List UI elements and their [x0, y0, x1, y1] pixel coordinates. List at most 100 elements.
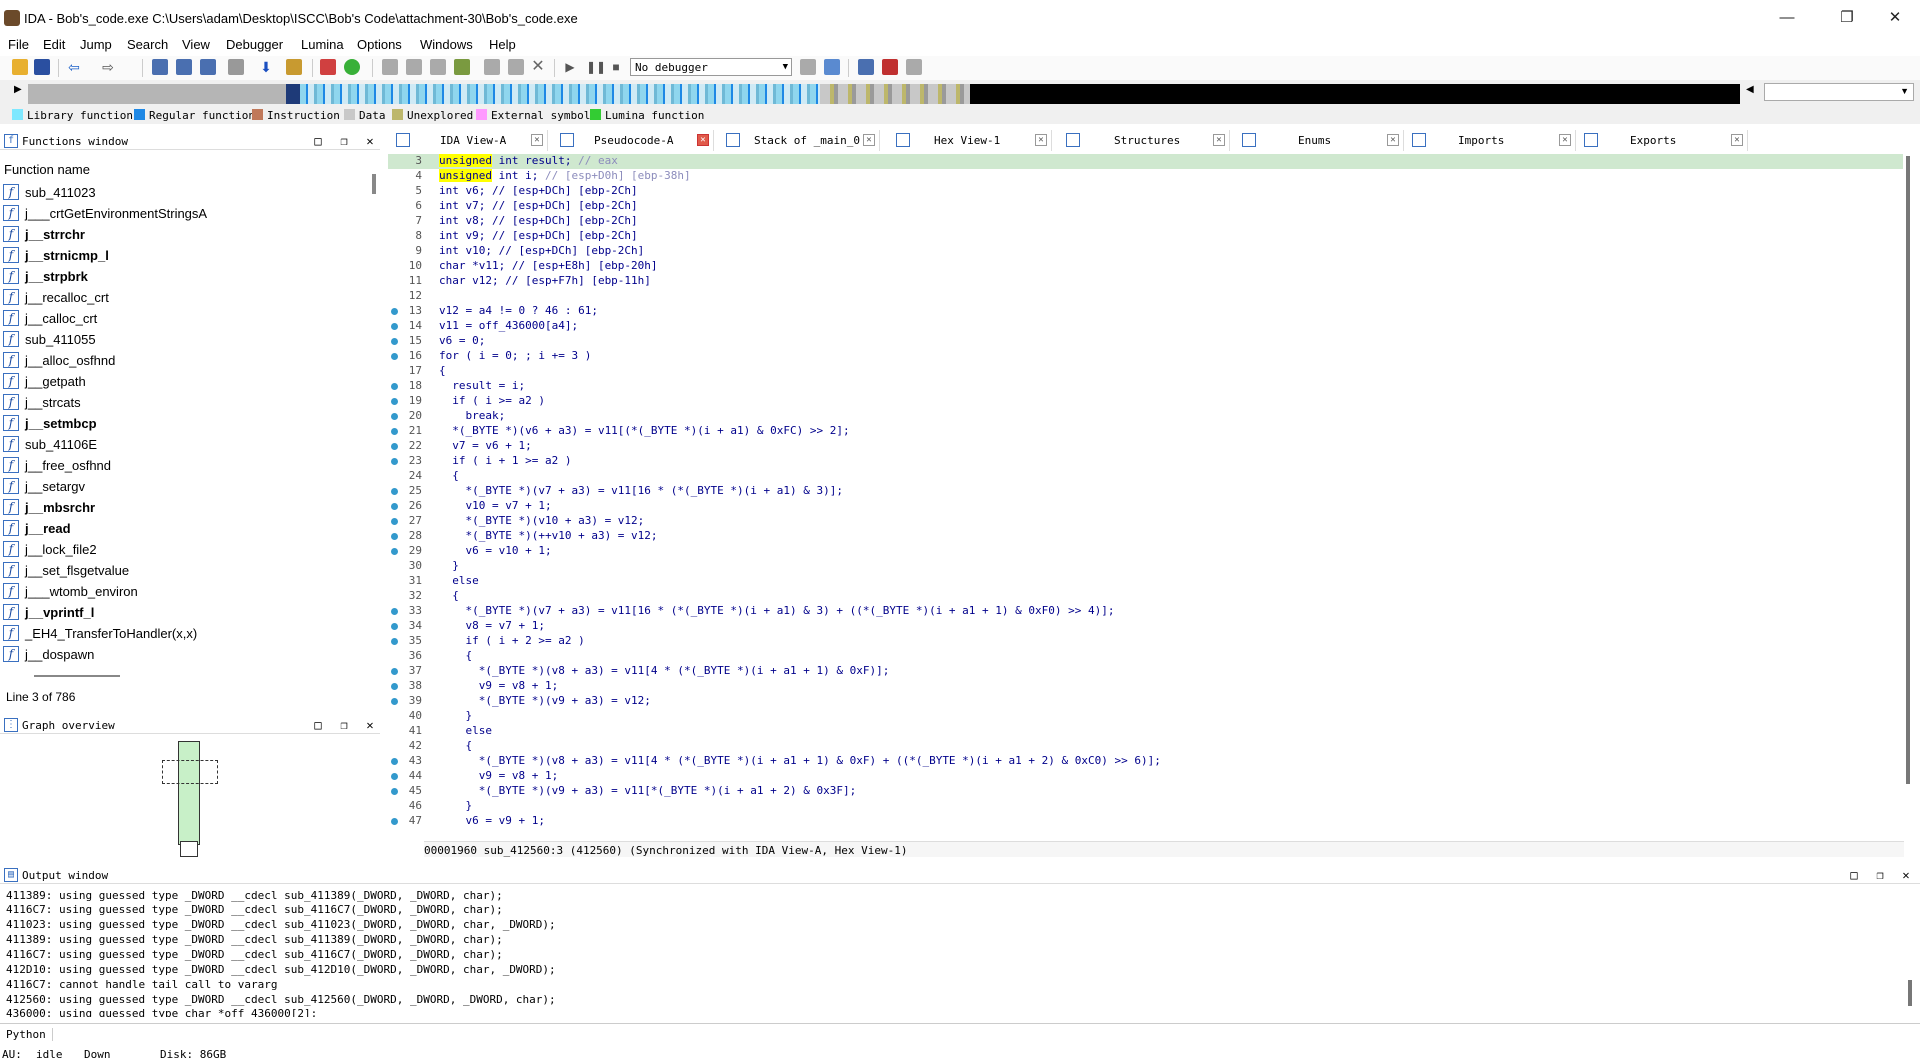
code-line[interactable]: 25 *(_BYTE *)(v7 + a3) = v11[16 * (*(_BY…	[388, 484, 1903, 499]
minimize-button[interactable]: —	[1772, 8, 1802, 28]
attach-icon[interactable]	[800, 59, 816, 75]
list-item[interactable]: f sub_411055	[0, 329, 372, 350]
tab-hex-view-1[interactable]: Hex View-1 ✕	[890, 130, 1052, 151]
list-item[interactable]: f j__lock_file2	[0, 539, 372, 560]
code-line[interactable]: 19 if ( i >= a2 )	[388, 394, 1903, 409]
close-icon[interactable]: ✕	[1213, 134, 1225, 146]
nav-left-arrow-icon[interactable]: ▶	[14, 84, 22, 95]
code-line[interactable]: 7 int v8; // [esp+DCh] [ebp-2Ch]	[388, 214, 1903, 229]
code-line[interactable]: 40 }	[388, 709, 1903, 724]
close-icon[interactable]: ✕	[1559, 134, 1571, 146]
code-line[interactable]: 22 v7 = v6 + 1;	[388, 439, 1903, 454]
tab-exports[interactable]: Exports ✕	[1578, 130, 1748, 151]
code-line[interactable]: 36 {	[388, 649, 1903, 664]
sync-icon[interactable]	[824, 59, 840, 75]
list-item[interactable]: f j__calloc_crt	[0, 308, 372, 329]
pause-icon[interactable]: ❚❚	[586, 59, 606, 75]
breakpoint-list-icon[interactable]	[858, 59, 874, 75]
code-line[interactable]: 13 v12 = a4 != 0 ? 46 : 61;	[388, 304, 1903, 319]
code-line[interactable]: 30 }	[388, 559, 1903, 574]
code-line[interactable]: 27 *(_BYTE *)(v10 + a3) = v12;	[388, 514, 1903, 529]
code-line[interactable]: 23 if ( i + 1 >= a2 )	[388, 454, 1903, 469]
struct-icon[interactable]	[430, 59, 446, 75]
code-icon[interactable]	[382, 59, 398, 75]
code-line[interactable]: 38 v9 = v8 + 1;	[388, 679, 1903, 694]
menu-lumina[interactable]: Lumina	[301, 37, 344, 52]
code-line[interactable]: 8 int v9; // [esp+DCh] [ebp-2Ch]	[388, 229, 1903, 244]
list-item[interactable]: f j__recalloc_crt	[0, 287, 372, 308]
code-line[interactable]: 47 v6 = v9 + 1;	[388, 814, 1903, 829]
data-icon[interactable]	[406, 59, 422, 75]
list-item[interactable]: f j__dospawn	[0, 644, 372, 665]
list-item[interactable]: f j__set_flsgetvalue	[0, 560, 372, 581]
list-item[interactable]: f j__setmbcp	[0, 413, 372, 434]
menu-file[interactable]: File	[8, 37, 29, 52]
code-line[interactable]: 16 for ( i = 0; ; i += 3 )	[388, 349, 1903, 364]
float-panel-button[interactable]: ❐	[336, 133, 352, 149]
list-item[interactable]: f j__read	[0, 518, 372, 539]
close-panel-button[interactable]: ✕	[362, 133, 378, 149]
output-log[interactable]: 411389: using guessed type _DWORD __cdec…	[0, 889, 1920, 1017]
close-icon[interactable]: ✕	[1731, 134, 1743, 146]
graph-view-icon[interactable]	[320, 59, 336, 75]
command-line[interactable]: Python	[0, 1023, 1920, 1043]
binary-search-icon[interactable]	[152, 59, 168, 75]
immediate-search-icon[interactable]	[200, 59, 216, 75]
menu-edit[interactable]: Edit	[43, 37, 65, 52]
close-icon[interactable]: ✕	[863, 134, 875, 146]
functions-hscrollbar[interactable]	[34, 675, 120, 677]
list-item[interactable]: f j__mbsrchr	[0, 497, 372, 518]
graph-viewport[interactable]	[162, 760, 218, 784]
code-line[interactable]: 4 unsigned int i; // [esp+D0h] [ebp-38h]	[388, 169, 1903, 184]
find-next-icon[interactable]	[228, 59, 244, 75]
list-item[interactable]: f j__setargv	[0, 476, 372, 497]
menu-windows[interactable]: Windows	[420, 37, 473, 52]
code-line[interactable]: 10 char *v11; // [esp+E8h] [ebp-20h]	[388, 259, 1903, 274]
code-line[interactable]: 3 unsigned int result; // eax	[388, 154, 1903, 169]
list-item[interactable]: f j__vprintf_l	[0, 602, 372, 623]
restore-button[interactable]: ❐	[1832, 8, 1862, 28]
delete-breakpoint-icon[interactable]	[906, 59, 922, 75]
code-line[interactable]: 14 v11 = off_436000[a4];	[388, 319, 1903, 334]
list-item[interactable]: f j__strcats	[0, 392, 372, 413]
code-line[interactable]: 11 char v12; // [esp+F7h] [ebp-11h]	[388, 274, 1903, 289]
code-line[interactable]: 28 *(_BYTE *)(++v10 + a3) = v12;	[388, 529, 1903, 544]
code-line[interactable]: 21 *(_BYTE *)(v6 + a3) = v11[(*(_BYTE *)…	[388, 424, 1903, 439]
code-line[interactable]: 20 break;	[388, 409, 1903, 424]
output-scrollbar[interactable]	[1908, 980, 1912, 1006]
tab-stack-of-main[interactable]: Stack of _main_0 ✕	[720, 130, 880, 151]
patch-icon[interactable]	[484, 59, 500, 75]
jump-down-icon[interactable]: ⬇	[258, 59, 274, 75]
menu-search[interactable]: Search	[127, 37, 168, 52]
menu-view[interactable]: View	[182, 37, 210, 52]
nav-right-arrow-icon[interactable]: ◀	[1746, 84, 1754, 95]
cancel-icon[interactable]: ✕	[530, 59, 546, 75]
menu-jump[interactable]: Jump	[80, 37, 112, 52]
code-line[interactable]: 39 *(_BYTE *)(v9 + a3) = v12;	[388, 694, 1903, 709]
code-line[interactable]: 6 int v7; // [esp+DCh] [ebp-2Ch]	[388, 199, 1903, 214]
function-name-column-header[interactable]: Function name	[4, 162, 90, 177]
float-panel-button[interactable]: ❐	[336, 717, 352, 733]
maximize-panel-button[interactable]: □	[1846, 867, 1862, 883]
debugger-select[interactable]: No debugger ▼	[630, 58, 792, 76]
plugin-icon[interactable]	[454, 59, 470, 75]
segment-select[interactable]: ▼	[1764, 83, 1914, 101]
stop-icon[interactable]: ■	[608, 59, 624, 75]
close-icon[interactable]: ✕	[1387, 134, 1399, 146]
graph-overview-canvas[interactable]	[0, 735, 380, 861]
run-icon[interactable]	[344, 59, 360, 75]
code-line[interactable]: 24 {	[388, 469, 1903, 484]
close-button[interactable]: ✕	[1880, 8, 1910, 28]
close-icon[interactable]: ✕	[531, 134, 543, 146]
maximize-panel-button[interactable]: □	[310, 133, 326, 149]
list-item[interactable]: f sub_411023	[0, 182, 372, 203]
list-item[interactable]: f j__getpath	[0, 371, 372, 392]
float-panel-button[interactable]: ❐	[1872, 867, 1888, 883]
code-line[interactable]: 42 {	[388, 739, 1903, 754]
menu-help[interactable]: Help	[489, 37, 516, 52]
text-search-icon[interactable]	[176, 59, 192, 75]
list-item[interactable]: f j__strpbrk	[0, 266, 372, 287]
maximize-panel-button[interactable]: □	[310, 717, 326, 733]
navigation-strip[interactable]	[28, 84, 1740, 104]
close-panel-button[interactable]: ✕	[1898, 867, 1914, 883]
